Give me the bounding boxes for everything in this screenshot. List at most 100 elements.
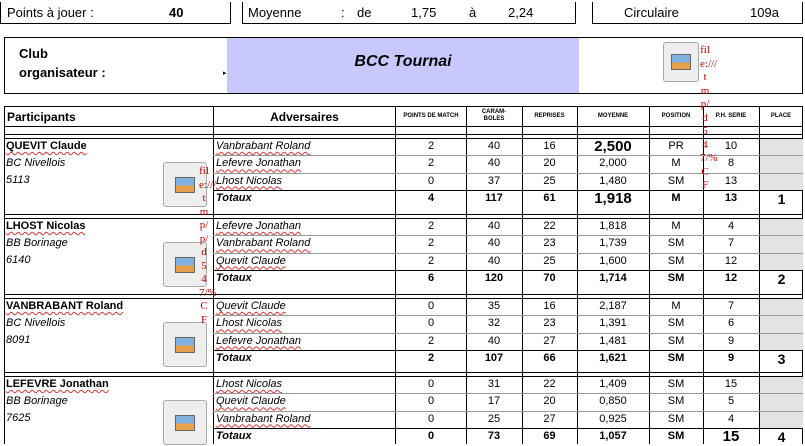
row-rep: 20 xyxy=(543,157,556,170)
moyenne-de: de xyxy=(357,5,372,20)
opponent-name: Quevit Claude xyxy=(216,395,286,408)
row-moy: 1,739 xyxy=(599,237,627,250)
place-cell-empty xyxy=(760,139,803,191)
row-car: 40 xyxy=(487,220,501,232)
row-pos: SM xyxy=(667,174,685,187)
participant-id: 5113 xyxy=(6,174,30,186)
row-ser: 5 xyxy=(727,395,735,408)
opponent-name: Vanbrabant Roland xyxy=(216,140,311,152)
opponent-name: Lhost Nicolas xyxy=(216,317,283,330)
header-reprises: REPRISES xyxy=(534,113,565,119)
total-car: 120 xyxy=(484,271,504,284)
total-moy: 1,621 xyxy=(599,351,627,364)
opponent-name: Quevit Claude xyxy=(216,300,286,312)
total-pos: SM xyxy=(667,271,685,284)
moyenne-min: 1,75 xyxy=(411,5,437,20)
row-rep: 23 xyxy=(543,317,556,330)
opponent-name: Vanbrabant Roland xyxy=(216,412,311,425)
total-pos: SM xyxy=(667,429,685,442)
opponent-name: Quevit Claude xyxy=(216,254,286,267)
total-place: 4 xyxy=(777,428,786,445)
total-ser: 9 xyxy=(727,351,735,364)
row-car: 25 xyxy=(487,412,501,425)
header-adversaires: Adversaires xyxy=(270,110,339,124)
row-car: 40 xyxy=(487,237,501,250)
total-ser: 13 xyxy=(724,191,738,204)
block-divider xyxy=(4,294,803,295)
participant-club: BB Borinage xyxy=(6,395,68,407)
row-pts: 0 xyxy=(427,395,435,408)
row-ser: 13 xyxy=(724,174,738,187)
participant-club: BB Borinage xyxy=(6,237,68,249)
row-pts: 0 xyxy=(427,174,435,187)
total-ser: 12 xyxy=(724,271,738,284)
row-moy: 2,000 xyxy=(599,157,627,170)
moyenne-box: Moyenne : de 1,75 à 2,24 xyxy=(242,2,576,24)
header-ph-serie: P.H. SERIE xyxy=(715,113,747,119)
row-moy: 1,818 xyxy=(599,220,627,232)
totals-label: Totaux xyxy=(216,429,252,442)
row-moy: 1,481 xyxy=(599,334,627,347)
participant-id: 8091 xyxy=(6,334,31,346)
opponent-name: Lefevre Jonathan xyxy=(216,334,302,347)
circulaire-label: Circulaire xyxy=(624,5,679,20)
row-moy: 1,391 xyxy=(599,317,627,330)
row-pts: 2 xyxy=(427,220,435,232)
row-ser: 4 xyxy=(727,412,735,425)
row-pos: M xyxy=(671,220,681,232)
total-place: 2 xyxy=(777,270,786,287)
header-participants: Participants xyxy=(7,110,76,124)
points-box: Points à jouer : 40 xyxy=(0,2,231,24)
row-ser: 7 xyxy=(727,237,735,250)
participant-id: 7625 xyxy=(6,412,31,424)
total-pos: M xyxy=(671,191,681,204)
row-car: 32 xyxy=(487,317,501,330)
totals-label: Totaux xyxy=(216,351,252,364)
opponent-name: Vanbrabant Roland xyxy=(216,237,311,250)
row-rep: 22 xyxy=(543,220,556,232)
total-rep: 66 xyxy=(543,351,556,364)
club-label-line1: Club xyxy=(19,46,48,61)
row-pos: SM xyxy=(667,254,685,267)
row-car: 40 xyxy=(487,334,501,347)
row-pts: 2 xyxy=(427,334,435,347)
row-pos: SM xyxy=(667,237,685,250)
club-label-line2: organisateur : xyxy=(19,65,106,80)
participant-id: 6140 xyxy=(6,254,31,266)
total-moy: 1,057 xyxy=(599,429,627,442)
opponent-name: Lhost Nicolas xyxy=(216,174,283,187)
row-car: 37 xyxy=(487,174,501,187)
row-pts: 0 xyxy=(427,317,435,330)
row-car: 17 xyxy=(487,395,501,408)
row-moy: 2,187 xyxy=(599,300,627,312)
total-pts: 2 xyxy=(427,351,435,364)
club-name: BCC Tournai xyxy=(354,53,452,70)
row-rep: 27 xyxy=(543,334,556,347)
block-divider xyxy=(4,134,803,135)
header-points-match: POINTS DE MATCH xyxy=(403,113,459,119)
participant-club: BC Nivellois xyxy=(6,317,66,329)
total-rep: 61 xyxy=(543,191,556,204)
total-moy: 1,714 xyxy=(599,271,627,284)
row-pts: 2 xyxy=(427,140,435,152)
participant-name: LEFEVRE Jonathan xyxy=(6,378,109,390)
place-cell-empty xyxy=(760,299,803,351)
total-car: 117 xyxy=(485,191,503,204)
row-pts: 2 xyxy=(427,237,435,250)
row-pos: SM xyxy=(667,412,685,425)
row-car: 40 xyxy=(487,254,501,267)
row-pos: SM xyxy=(667,334,685,347)
points-value: 40 xyxy=(169,5,184,20)
row-pos: PR xyxy=(668,140,684,152)
row-moy: 1,480 xyxy=(599,174,627,187)
block-divider xyxy=(4,372,803,373)
place-cell-empty xyxy=(760,377,803,429)
total-place: 1 xyxy=(777,190,786,207)
moyenne-max: 2,24 xyxy=(508,5,534,20)
row-ser: 15 xyxy=(724,378,738,390)
row-pos: M xyxy=(671,157,681,170)
row-moy: 0,850 xyxy=(599,395,627,408)
row-pts: 2 xyxy=(427,254,435,267)
row-pts: 0 xyxy=(427,378,435,390)
row-pts: 0 xyxy=(427,300,435,312)
